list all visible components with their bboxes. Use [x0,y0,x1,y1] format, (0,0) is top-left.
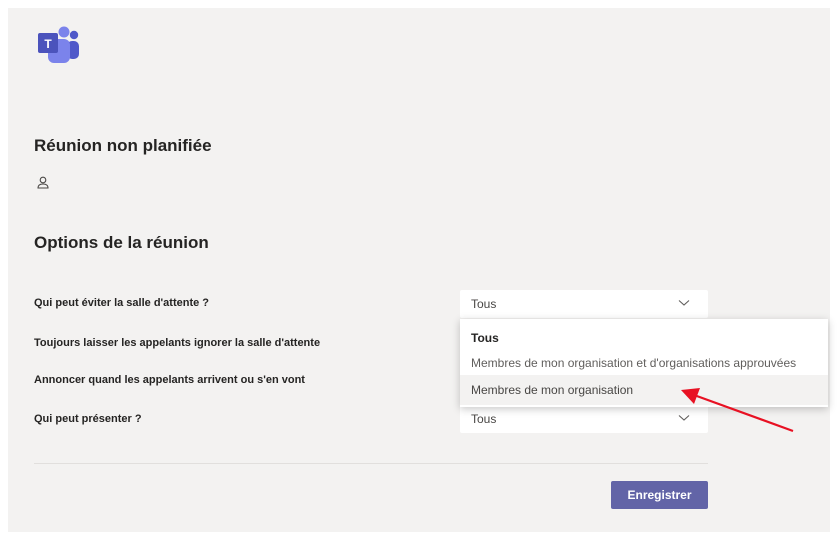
dropdown-option-everyone[interactable]: Tous [460,319,828,351]
dropdown-option-org-and-approved[interactable]: Membres de mon organisation et d'organis… [460,351,828,375]
lobby-bypass-select[interactable]: Tous [460,290,708,318]
meeting-title: Réunion non planifiée [34,136,212,155]
meeting-options-page [8,8,830,532]
dropdown-option-my-org[interactable]: Membres de mon organisation [460,375,828,405]
svg-text:T: T [44,37,52,51]
lobby-bypass-value: Tous [471,297,497,311]
options-section-title: Options de la réunion [34,233,209,252]
who-can-present-select[interactable]: Tous [460,405,708,433]
lobby-bypass-dropdown-list: Tous Membres de mon organisation et d'or… [460,319,828,407]
option-label-who-can-present: Qui peut présenter ? [34,413,142,425]
option-label-lobby-bypass: Qui peut éviter la salle d'attente ? [34,297,209,309]
chevron-down-icon [678,300,690,306]
option-label-dial-in-bypass: Toujours laisser les appelants ignorer l… [34,337,321,349]
divider [34,463,708,464]
person-icon [37,176,49,189]
teams-logo-icon: T [38,26,79,63]
save-button[interactable]: Enregistrer [611,481,708,509]
chevron-down-icon [678,415,690,421]
option-label-announce-callers: Annoncer quand les appelants arrivent ou… [34,374,305,386]
who-can-present-value: Tous [471,412,497,426]
